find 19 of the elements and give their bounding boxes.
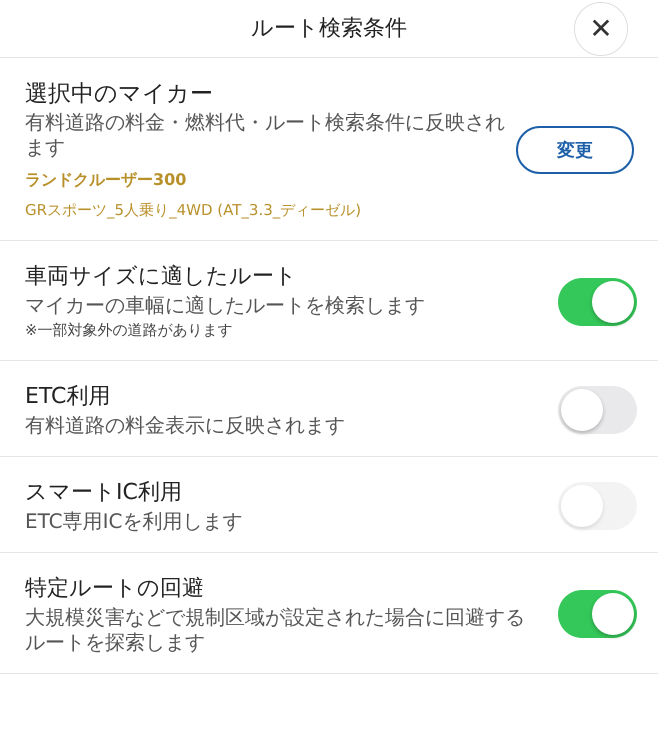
setting-title: 特定ルートの回避 (25, 575, 205, 603)
setting-description: 有料道路の料金・燃料代・ルート検索条件に反映されます (25, 110, 505, 160)
toggle-switch[interactable] (558, 278, 637, 326)
setting-description: マイカーの車幅に適したルートを検索します (25, 293, 426, 318)
car-model: ランドクルーザー300 (25, 169, 188, 191)
car-grade: GRスポーツ_5人乗り_4WD (AT_3.3_ディーゼル) (25, 200, 362, 221)
change-button[interactable]: 変更 (516, 126, 634, 174)
toggle-switch[interactable] (558, 590, 637, 638)
setting-description: 有料道路の料金表示に反映されます (25, 413, 346, 438)
setting-description: ETC専用ICを利用します (25, 509, 244, 534)
setting-title: 車両サイズに適したルート (25, 263, 298, 291)
setting-note: ※一部対象外の道路があります (25, 320, 234, 341)
setting-title: ETC利用 (25, 383, 112, 411)
screen-title: ルート検索条件 (251, 15, 407, 43)
setting-title: 選択中のマイカー (25, 80, 214, 109)
toggle-switch[interactable] (558, 386, 637, 434)
close-button[interactable]: ✕ (574, 2, 628, 56)
setting-description: 大規模災害などで規制区域が設定された場合に回避するルートを探索します (25, 605, 525, 655)
setting-title: スマートIC利用 (25, 479, 183, 507)
